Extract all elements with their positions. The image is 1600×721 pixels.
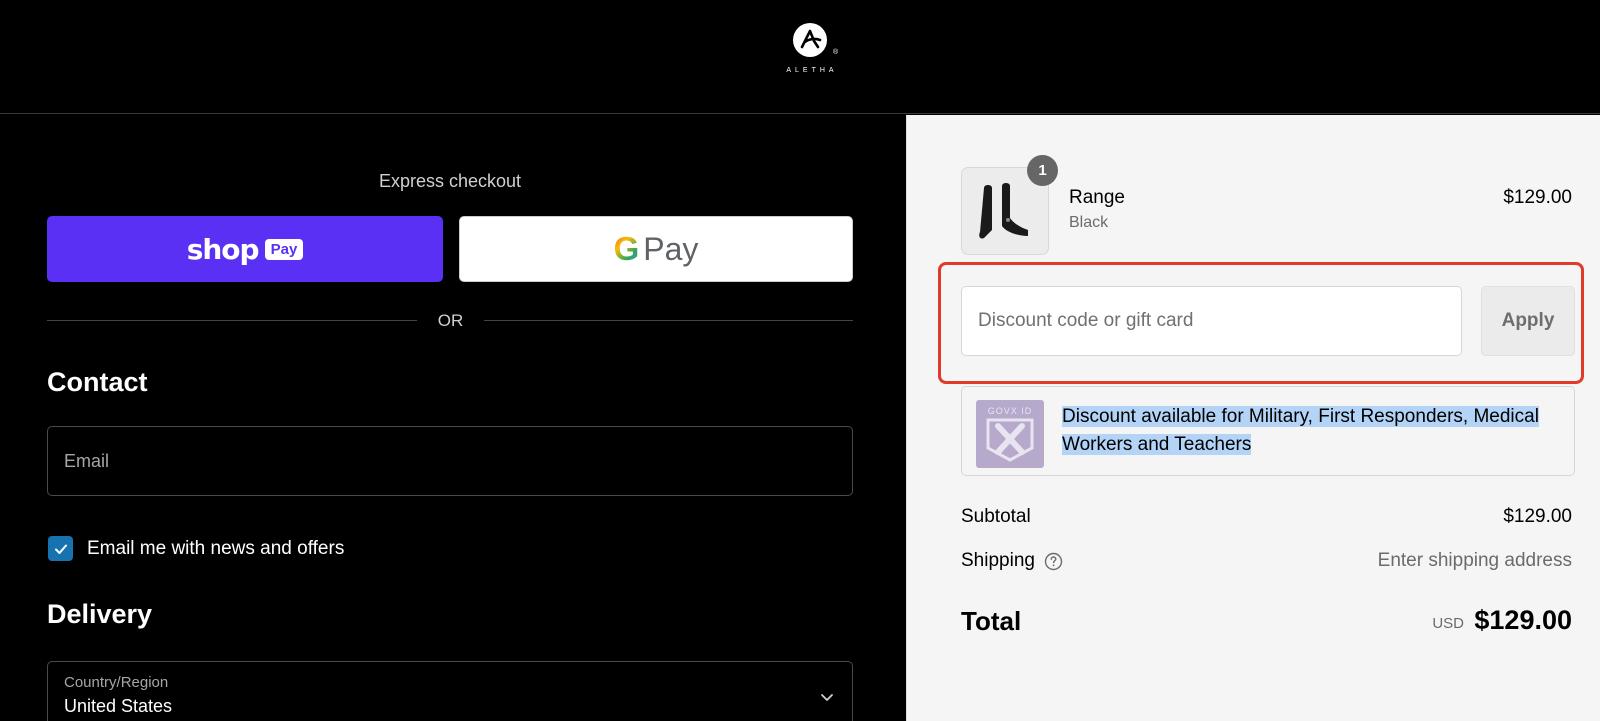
logo-mark-icon (793, 23, 827, 57)
checkout-form-panel: Express checkout shop Pay G Pay OR Conta… (0, 115, 906, 721)
checkmark-icon (54, 544, 67, 554)
checkout-header: ® ALETHA (0, 0, 1600, 114)
or-divider-left (47, 320, 417, 321)
shop-pay-button[interactable]: shop Pay (47, 216, 443, 282)
govx-logo: GOVX ID (976, 400, 1044, 468)
country-select-value: United States (64, 696, 173, 716)
email-field[interactable] (47, 426, 853, 496)
subtotal-label: Subtotal (961, 506, 1031, 527)
shipping-label: Shipping (961, 550, 1035, 571)
discount-code-input[interactable] (961, 286, 1462, 356)
logo-registered-mark: ® (833, 49, 839, 56)
or-divider-label: OR (437, 311, 464, 330)
govx-logo-text: GOVX ID (988, 406, 1033, 416)
govx-discount-message: Discount available for Military, First R… (1062, 403, 1564, 459)
country-select-label: Country/Region (64, 674, 169, 691)
newsletter-checkbox[interactable] (48, 536, 73, 561)
apply-discount-button[interactable]: Apply (1481, 286, 1575, 356)
subtotal-value: $129.00 (1503, 506, 1572, 527)
shipping-value: Enter shipping address (1377, 550, 1572, 571)
or-divider-right (484, 320, 853, 321)
shop-pay-wordmark: shop (186, 232, 260, 266)
help-circle-icon[interactable] (1044, 552, 1063, 571)
google-pay-wordmark: Pay (643, 230, 699, 267)
product-variant: Black (1069, 214, 1109, 231)
govx-discount-banner[interactable]: GOVX ID Discount available for Military,… (961, 386, 1575, 476)
shop-pay-badge: Pay (264, 238, 304, 260)
aletha-logo[interactable]: ® ALETHA (781, 20, 843, 76)
total-currency: USD (1432, 615, 1464, 632)
google-g-icon: G (613, 230, 640, 267)
chevron-down-icon (821, 694, 833, 701)
newsletter-label[interactable]: Email me with news and offers (87, 538, 344, 560)
order-summary-panel: 1 Range Black $129.00 Apply GOVX ID Disc… (906, 115, 1600, 721)
express-checkout-title: Express checkout (378, 171, 522, 191)
total-label: Total (961, 606, 1022, 636)
delivery-heading: Delivery (47, 599, 153, 629)
total-value: $129.00 (1474, 605, 1572, 635)
product-price: $129.00 (1503, 187, 1572, 208)
logo-wordmark: ALETHA (786, 67, 838, 74)
google-pay-button[interactable]: G Pay (459, 216, 853, 282)
contact-heading: Contact (47, 367, 148, 397)
country-select[interactable]: Country/Region United States (47, 661, 853, 721)
quantity-badge: 1 (1027, 155, 1058, 186)
govx-message-text: Discount available for Military, First R… (1062, 406, 1539, 455)
govx-shield-icon: GOVX ID (986, 406, 1034, 462)
product-name: Range (1069, 187, 1125, 208)
